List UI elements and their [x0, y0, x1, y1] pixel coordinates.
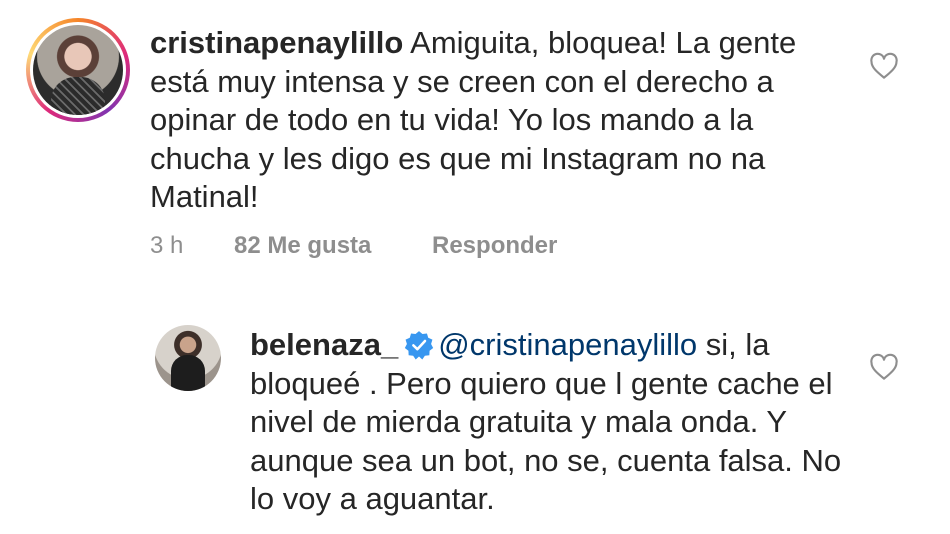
comment-username[interactable]: cristinapenaylillo [150, 25, 403, 60]
comment-meta: 3 h 82 Me gusta Responder [150, 232, 557, 260]
avatar-figure [51, 77, 105, 115]
heart-outline-icon[interactable] [869, 353, 899, 381]
comment-username[interactable]: belenaza_ [250, 327, 398, 362]
mention-link[interactable]: @cristinapenaylillo [438, 327, 697, 362]
verified-badge-icon [405, 331, 434, 360]
comment-likes[interactable]: 82 Me gusta [234, 232, 432, 260]
comment-body: belenaza_ @cristinapenaylillo si, la blo… [250, 326, 850, 519]
comment: cristinapenaylillo Amiguita, bloquea! La… [0, 0, 950, 290]
heart-outline-icon[interactable] [869, 52, 899, 80]
comment-time[interactable]: 3 h [150, 232, 234, 260]
reply-button[interactable]: Responder [432, 232, 557, 260]
story-ring[interactable] [26, 18, 130, 122]
avatar-figure [171, 355, 205, 391]
avatar[interactable] [155, 325, 221, 391]
avatar[interactable] [33, 25, 123, 115]
comment-body: cristinapenaylillo Amiguita, bloquea! La… [150, 24, 830, 217]
